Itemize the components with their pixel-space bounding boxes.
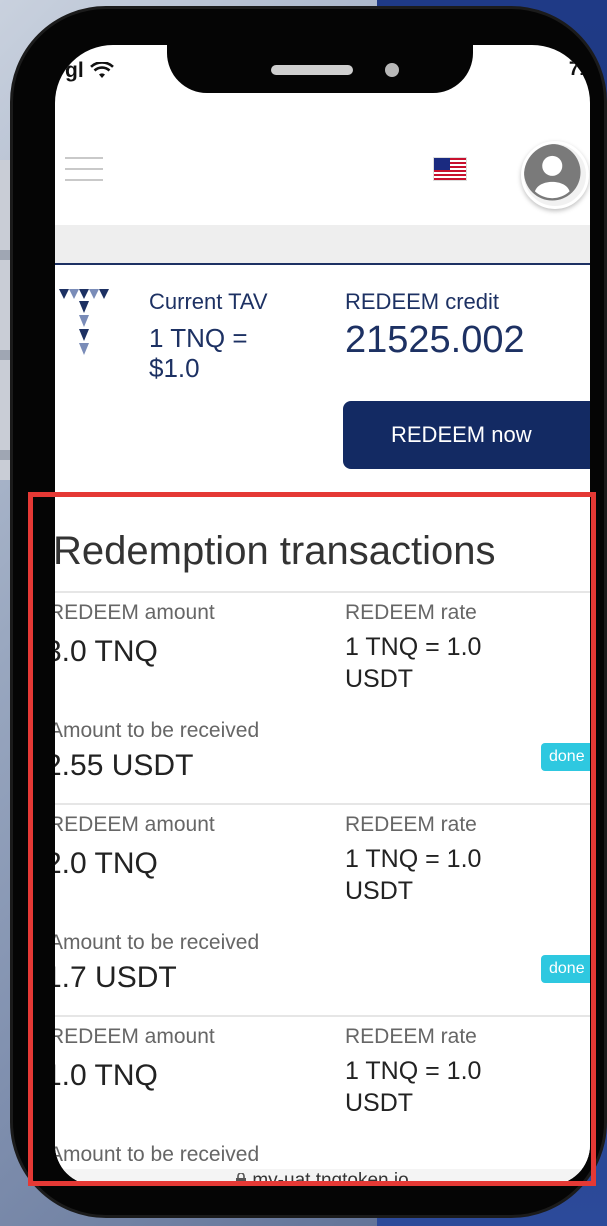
transaction-row[interactable]: REDEEM amount 2.0 TNQ REDEEM rate 1 TNQ … [55,803,590,1015]
redemption-transactions-section: Redemption transactions REDEEM amount 3.… [55,507,590,1185]
current-tav-label: Current TAV [149,289,268,314]
redeem-amount-value: 2.0 TNQ [55,847,158,880]
redeem-amount-label: REDEEM amount [55,813,215,836]
avatar[interactable] [521,141,589,209]
transaction-row[interactable]: REDEEM amount 3.0 TNQ REDEEM rate 1 TNQ … [55,591,590,803]
tav-card: Current TAV 1 TNQ = $1.0 REDEEM credit 2… [55,263,590,495]
redeem-credit-value: 21525.002 [345,319,525,361]
tnq-logo-icon [59,289,109,355]
status-badge: done [541,743,590,771]
amount-received-label: Amount to be received [55,931,260,954]
redeem-credit-label: REDEEM credit [345,289,500,314]
redeem-amount-label: REDEEM amount [55,601,215,624]
speaker-grille [271,65,353,75]
section-title: Redemption transactions [55,529,496,573]
amount-received-label: Amount to be received [55,719,260,742]
status-badge: done [541,955,590,983]
carrier-label: gl [65,59,84,82]
redeem-rate-label: REDEEM rate [345,813,477,836]
lock-icon [236,1173,247,1185]
phone-screen: gl 71 Current TAV 1 TNQ = $1.0 REDEEM cr… [55,45,590,1185]
redeem-amount-label: REDEEM amount [55,1025,215,1048]
app-header [55,115,590,225]
redeem-rate-value: 1 TNQ = 1.0 USDT [345,633,482,693]
amount-received-value: 2.55 USDT [55,749,194,782]
amount-received-value: 1.7 USDT [55,961,177,994]
url-text: my-uat.tnqtoken.io [252,1170,409,1185]
redeem-now-button[interactable]: REDEEM now [343,401,590,469]
phone-frame: gl 71 Current TAV 1 TNQ = $1.0 REDEEM cr… [10,6,607,1218]
amount-received-label: Amount to be received [55,1143,260,1166]
header-divider [55,225,590,263]
redeem-amount-value: 3.0 TNQ [55,635,158,668]
transaction-list: REDEEM amount 3.0 TNQ REDEEM rate 1 TNQ … [55,591,590,1185]
redeem-rate-value: 1 TNQ = 1.0 USDT [345,1057,482,1117]
redeem-rate-value: 1 TNQ = 1.0 USDT [345,845,482,905]
user-avatar-icon [524,144,581,201]
transaction-row[interactable]: REDEEM amount 1.0 TNQ REDEEM rate 1 TNQ … [55,1015,590,1185]
front-camera [385,63,399,77]
hamburger-icon[interactable] [65,157,103,183]
wifi-icon [89,62,114,78]
redeem-amount-value: 1.0 TNQ [55,1059,158,1092]
status-bar-left: gl [65,59,114,83]
redeem-rate-label: REDEEM rate [345,601,477,624]
phone-notch [167,21,473,93]
us-flag-icon[interactable] [433,157,467,181]
browser-url-bar[interactable]: my-uat.tnqtoken.io [55,1169,590,1185]
redeem-rate-label: REDEEM rate [345,1025,477,1048]
current-tav-value: 1 TNQ = $1.0 [149,323,248,383]
battery-level: 71 [568,59,590,80]
